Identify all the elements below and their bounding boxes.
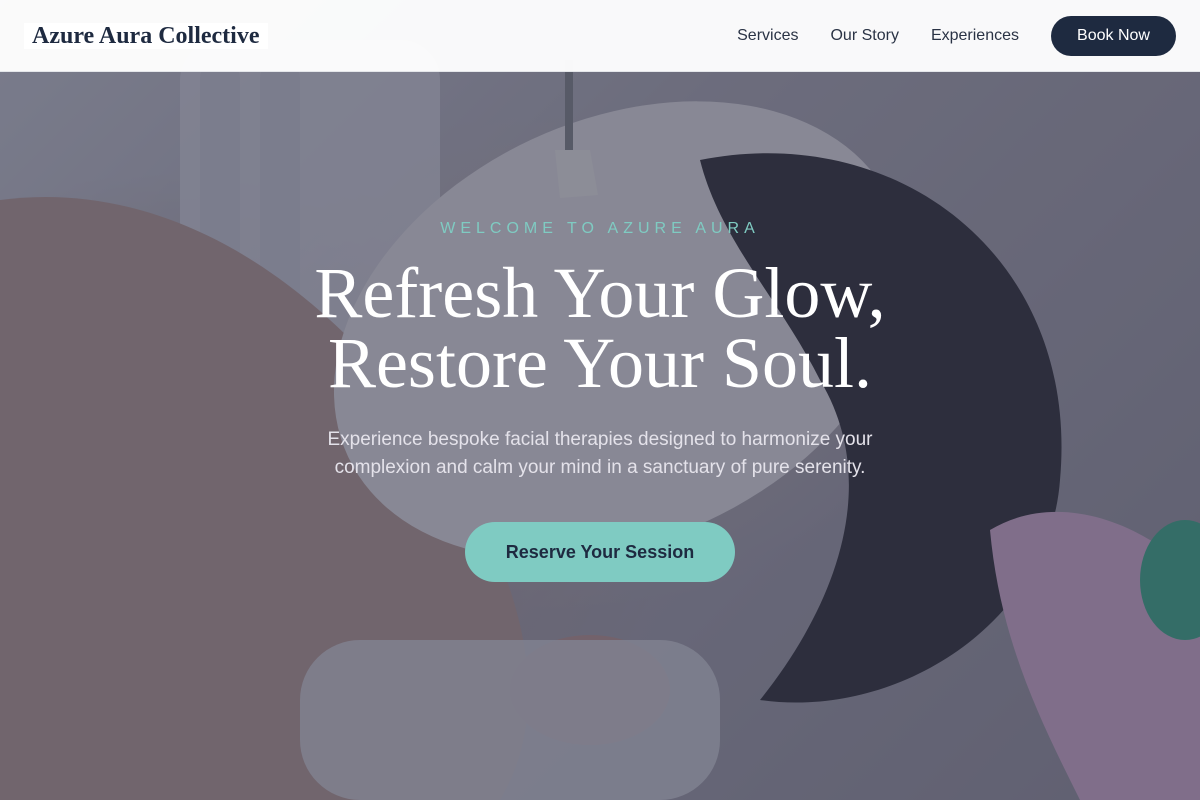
hero-eyebrow: WELCOME TO AZURE AURA [440, 220, 760, 237]
hero-headline: Refresh Your Glow, Restore Your Soul. [0, 253, 1200, 403]
reserve-session-button[interactable]: Reserve Your Session [465, 522, 735, 582]
nav-link-services[interactable]: Services [737, 27, 798, 45]
hero-headline-line-1: Refresh Your Glow, [314, 253, 886, 333]
hero-headline-line-2: Restore Your Soul. [327, 323, 873, 403]
site-header: Azure Aura Collective Services Our Story… [0, 0, 1200, 72]
brand-logo[interactable]: Azure Aura Collective [24, 22, 268, 49]
book-now-button[interactable]: Book Now [1051, 15, 1176, 56]
nav-link-our-story[interactable]: Our Story [830, 27, 898, 45]
nav-link-experiences[interactable]: Experiences [931, 27, 1019, 45]
hero-subtext: Experience bespoke facial therapies desi… [327, 429, 873, 478]
main-nav: Services Our Story Experiences Book Now [737, 15, 1176, 56]
hero-section: WELCOME TO AZURE AURA Refresh Your Glow,… [0, 200, 1200, 582]
